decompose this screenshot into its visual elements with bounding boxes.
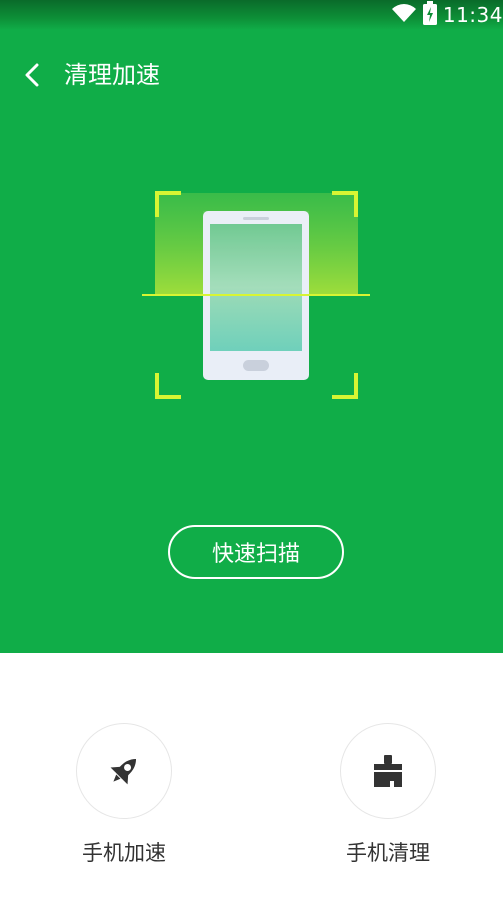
feature-icon-circle[interactable] <box>76 723 172 819</box>
status-bar: 11:34 <box>0 0 503 30</box>
hero-panel: 清理加速 快速扫描 <box>0 30 503 653</box>
feature-speed-up[interactable]: 手机加速 <box>44 723 204 867</box>
feature-label: 手机清理 <box>346 841 430 865</box>
chevron-left-icon <box>25 63 39 87</box>
status-indicators: 11:34 <box>391 0 503 30</box>
phone-scan-illustration <box>142 190 370 402</box>
page-title: 清理加速 <box>64 61 160 89</box>
quick-scan-button[interactable]: 快速扫描 <box>168 525 344 579</box>
status-time: 11:34 <box>442 3 503 27</box>
back-button[interactable] <box>14 56 52 94</box>
feature-panel: 手机加速 手机清理 <box>0 653 503 898</box>
wifi-icon <box>391 2 417 28</box>
rocket-icon <box>110 758 137 785</box>
battery-charging-icon <box>422 1 437 29</box>
phone-home-button <box>243 360 269 371</box>
scan-overlay <box>203 211 309 295</box>
feature-clean-up[interactable]: 手机清理 <box>308 723 468 867</box>
feature-label: 手机加速 <box>82 841 166 865</box>
feature-icon-circle[interactable] <box>340 723 436 819</box>
broom-icon <box>374 755 402 787</box>
